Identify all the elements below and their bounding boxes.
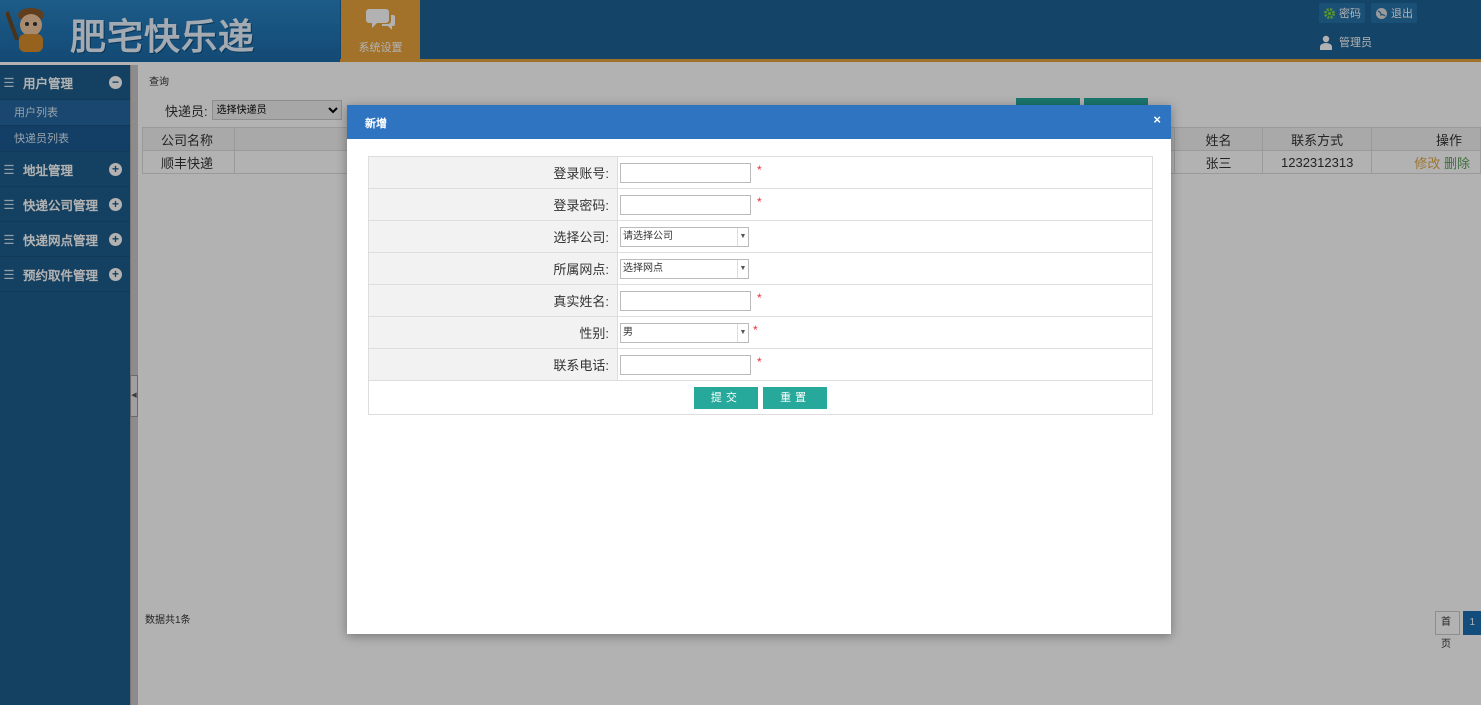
gender-label: 性别: bbox=[368, 316, 618, 349]
realname-input[interactable] bbox=[620, 290, 751, 311]
dialog-header: 新增 × bbox=[347, 105, 1171, 139]
dialog-title: 新增 bbox=[365, 118, 387, 130]
courier-form: 登录账号: * 登录密码: * 选择公司: 请选择公司 ▼ 所属网点: 选择网点 ▼… bbox=[368, 156, 1153, 415]
required-mark: * bbox=[757, 162, 762, 177]
form-row-company: 选择公司: 请选择公司 ▼ bbox=[368, 220, 1153, 253]
branch-label: 所属网点: bbox=[368, 252, 618, 285]
password-label: 登录密码: bbox=[368, 188, 618, 221]
phone-input[interactable] bbox=[620, 354, 751, 375]
required-mark: * bbox=[757, 194, 762, 209]
password-input[interactable] bbox=[620, 194, 751, 215]
form-row-gender: 性别: 男 ▼ * bbox=[368, 316, 1153, 349]
form-row-branch: 所属网点: 选择网点 ▼ bbox=[368, 252, 1153, 285]
branch-select[interactable]: 选择网点 ▼ bbox=[620, 258, 749, 279]
realname-label: 真实姓名: bbox=[368, 284, 618, 317]
reset-button[interactable]: 重置 bbox=[763, 386, 828, 409]
company-select-value: 请选择公司 bbox=[623, 230, 673, 242]
dropdown-arrow-icon: ▼ bbox=[737, 259, 748, 278]
required-mark: * bbox=[757, 354, 762, 369]
gender-select-value: 男 bbox=[623, 326, 633, 338]
dropdown-arrow-icon: ▼ bbox=[737, 227, 748, 246]
form-buttons-row: 提交 重置 bbox=[368, 380, 1153, 415]
required-mark: * bbox=[757, 290, 762, 305]
branch-select-value: 选择网点 bbox=[623, 262, 663, 274]
dropdown-arrow-icon: ▼ bbox=[737, 323, 748, 342]
phone-label: 联系电话: bbox=[368, 348, 618, 381]
form-row-realname: 真实姓名: * bbox=[368, 284, 1153, 317]
submit-button[interactable]: 提交 bbox=[693, 386, 758, 409]
form-row-phone: 联系电话: * bbox=[368, 348, 1153, 381]
required-mark: * bbox=[753, 322, 758, 337]
account-label: 登录账号: bbox=[368, 156, 618, 189]
add-courier-dialog: 新增 × 登录账号: * 登录密码: * 选择公司: 请选择公司 ▼ 所属网点: … bbox=[347, 105, 1171, 634]
gender-select[interactable]: 男 ▼ bbox=[620, 322, 749, 343]
form-row-password: 登录密码: * bbox=[368, 188, 1153, 221]
company-label: 选择公司: bbox=[368, 220, 618, 253]
account-input[interactable] bbox=[620, 162, 751, 183]
form-row-account: 登录账号: * bbox=[368, 156, 1153, 189]
close-icon[interactable]: × bbox=[1153, 112, 1161, 127]
company-select[interactable]: 请选择公司 ▼ bbox=[620, 226, 749, 247]
